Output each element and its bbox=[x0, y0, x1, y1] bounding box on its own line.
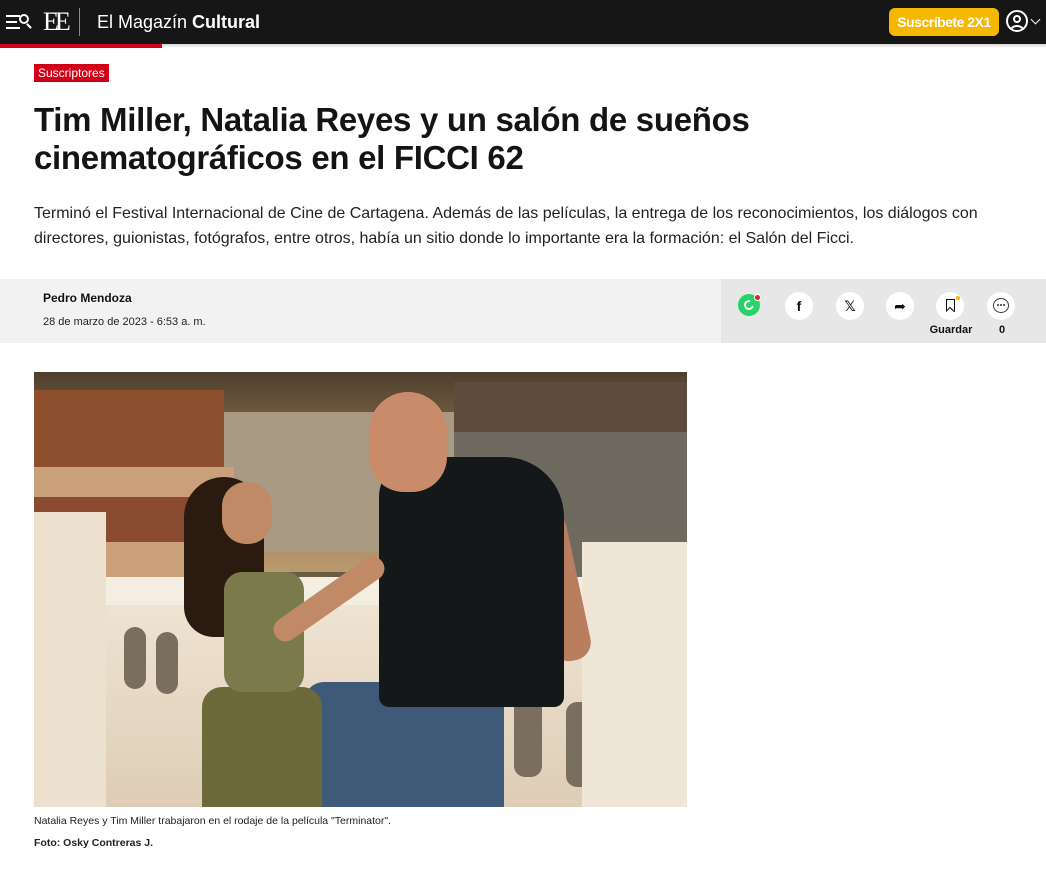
logo-divider bbox=[79, 8, 80, 36]
user-torso bbox=[1010, 25, 1024, 30]
user-circle-icon[interactable] bbox=[1006, 10, 1028, 32]
publish-date: 28 de marzo de 2023 - 6:53 a. m. bbox=[43, 316, 206, 328]
article-title: Tim Miller, Natalia Reyes y un salón de … bbox=[34, 101, 750, 176]
subscribe-button[interactable]: Suscríbete 2X1 bbox=[889, 8, 999, 36]
comment-count[interactable]: 0 bbox=[990, 324, 1014, 336]
comment-dot bbox=[1000, 304, 1002, 306]
section-title-bold: Cultural bbox=[192, 12, 261, 32]
chevron-down-icon[interactable] bbox=[1030, 14, 1041, 25]
user-head bbox=[1013, 15, 1021, 23]
photo-pillar bbox=[582, 542, 687, 807]
photo-roof bbox=[34, 390, 224, 470]
notification-dot bbox=[754, 294, 761, 301]
reading-progress-bar bbox=[0, 44, 162, 48]
article-summary: Terminó el Festival Internacional de Cin… bbox=[34, 205, 978, 247]
photo-caption: Natalia Reyes y Tim Miller trabajaron en… bbox=[34, 815, 392, 827]
balustrade-opening bbox=[124, 627, 146, 689]
article-photo[interactable] bbox=[34, 372, 687, 807]
comment-icon[interactable] bbox=[987, 292, 1015, 320]
x-icon[interactable]: 𝕏 bbox=[836, 292, 864, 320]
bookmark-shape bbox=[946, 299, 955, 312]
photo-pillar bbox=[34, 512, 106, 807]
bookmark-icon[interactable] bbox=[936, 292, 964, 320]
photo-woman-face bbox=[222, 482, 272, 544]
photo-man-shirt bbox=[379, 457, 564, 707]
section-title-light: El Magazín bbox=[97, 12, 193, 32]
site-logo[interactable]: EE bbox=[43, 8, 73, 36]
save-label[interactable]: Guardar bbox=[922, 324, 980, 336]
photo-credit: Foto: Osky Contreras J. bbox=[34, 837, 154, 849]
section-title[interactable]: El Magazín Cultural bbox=[97, 11, 260, 33]
comment-bubble bbox=[993, 298, 1009, 313]
facebook-icon[interactable]: f bbox=[785, 292, 813, 320]
menu-line bbox=[6, 21, 17, 23]
share-icon[interactable]: ➦ bbox=[886, 292, 914, 320]
top-navigation-bar: EE El Magazín Cultural Suscríbete 2X1 bbox=[0, 0, 1046, 44]
author-name[interactable]: Pedro Mendoza bbox=[43, 291, 132, 305]
x-glyph: 𝕏 bbox=[844, 298, 856, 314]
menu-search-icon[interactable] bbox=[6, 11, 34, 33]
menu-line bbox=[6, 27, 20, 29]
balustrade-opening bbox=[156, 632, 178, 694]
photo-woman-pants bbox=[202, 687, 322, 807]
share-glyph: ➦ bbox=[894, 298, 906, 314]
subscribers-badge[interactable]: Suscriptores bbox=[34, 64, 109, 82]
bookmark-dot bbox=[956, 296, 960, 300]
comment-dot bbox=[997, 304, 999, 306]
whatsapp-icon[interactable] bbox=[736, 292, 764, 320]
menu-line bbox=[6, 15, 20, 17]
photo-man-head bbox=[369, 392, 447, 492]
balustrade-opening bbox=[514, 697, 542, 777]
search-handle bbox=[26, 23, 32, 29]
comment-dot bbox=[1003, 304, 1005, 306]
facebook-glyph: f bbox=[796, 298, 802, 314]
